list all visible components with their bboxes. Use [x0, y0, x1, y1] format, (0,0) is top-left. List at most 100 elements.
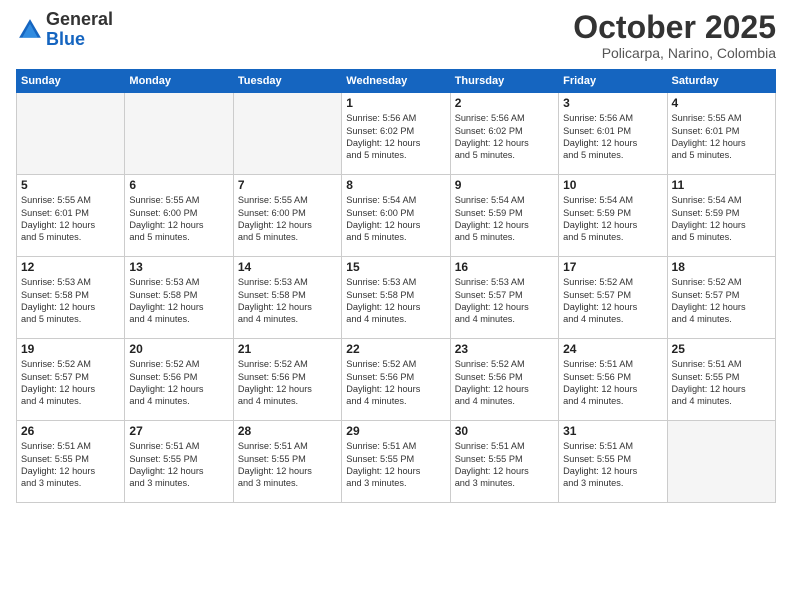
day-info: Sunrise: 5:53 AMSunset: 5:58 PMDaylight:…	[238, 276, 337, 326]
day-number: 7	[238, 178, 337, 192]
day-cell-29: 29 Sunrise: 5:51 AMSunset: 5:55 PMDayligh…	[342, 421, 450, 503]
day-info: Sunrise: 5:54 AMSunset: 5:59 PMDaylight:…	[455, 194, 554, 244]
weekday-tuesday: Tuesday	[233, 70, 341, 93]
day-number: 17	[563, 260, 662, 274]
day-cell-31: 31 Sunrise: 5:51 AMSunset: 5:55 PMDayligh…	[559, 421, 667, 503]
day-info: Sunrise: 5:52 AMSunset: 5:56 PMDaylight:…	[455, 358, 554, 408]
week-row-2: 5 Sunrise: 5:55 AMSunset: 6:01 PMDaylight…	[17, 175, 776, 257]
day-number: 10	[563, 178, 662, 192]
day-number: 23	[455, 342, 554, 356]
day-number: 18	[672, 260, 771, 274]
day-info: Sunrise: 5:52 AMSunset: 5:56 PMDaylight:…	[238, 358, 337, 408]
day-cell-19: 19 Sunrise: 5:52 AMSunset: 5:57 PMDayligh…	[17, 339, 125, 421]
weekday-header-row: SundayMondayTuesdayWednesdayThursdayFrid…	[17, 70, 776, 93]
day-number: 12	[21, 260, 120, 274]
day-cell-21: 21 Sunrise: 5:52 AMSunset: 5:56 PMDayligh…	[233, 339, 341, 421]
day-number: 5	[21, 178, 120, 192]
day-info: Sunrise: 5:54 AMSunset: 5:59 PMDaylight:…	[672, 194, 771, 244]
day-number: 26	[21, 424, 120, 438]
header: General Blue October 2025 Policarpa, Nar…	[16, 10, 776, 61]
day-info: Sunrise: 5:51 AMSunset: 5:55 PMDaylight:…	[129, 440, 228, 490]
day-cell-25: 25 Sunrise: 5:51 AMSunset: 5:55 PMDayligh…	[667, 339, 775, 421]
title-block: October 2025 Policarpa, Narino, Colombia	[573, 10, 776, 61]
day-number: 31	[563, 424, 662, 438]
day-cell-9: 9 Sunrise: 5:54 AMSunset: 5:59 PMDaylight…	[450, 175, 558, 257]
day-number: 21	[238, 342, 337, 356]
day-number: 8	[346, 178, 445, 192]
day-cell-3: 3 Sunrise: 5:56 AMSunset: 6:01 PMDaylight…	[559, 93, 667, 175]
day-number: 27	[129, 424, 228, 438]
day-cell-1: 1 Sunrise: 5:56 AMSunset: 6:02 PMDaylight…	[342, 93, 450, 175]
day-cell-30: 30 Sunrise: 5:51 AMSunset: 5:55 PMDayligh…	[450, 421, 558, 503]
logo: General Blue	[16, 10, 113, 50]
day-number: 16	[455, 260, 554, 274]
month-title: October 2025	[573, 10, 776, 45]
weekday-saturday: Saturday	[667, 70, 775, 93]
day-info: Sunrise: 5:51 AMSunset: 5:55 PMDaylight:…	[238, 440, 337, 490]
day-number: 15	[346, 260, 445, 274]
week-row-4: 19 Sunrise: 5:52 AMSunset: 5:57 PMDayligh…	[17, 339, 776, 421]
day-number: 29	[346, 424, 445, 438]
day-cell-8: 8 Sunrise: 5:54 AMSunset: 6:00 PMDaylight…	[342, 175, 450, 257]
day-cell-22: 22 Sunrise: 5:52 AMSunset: 5:56 PMDayligh…	[342, 339, 450, 421]
day-number: 19	[21, 342, 120, 356]
day-number: 28	[238, 424, 337, 438]
day-cell-12: 12 Sunrise: 5:53 AMSunset: 5:58 PMDayligh…	[17, 257, 125, 339]
logo-general: General	[46, 9, 113, 29]
day-cell-6: 6 Sunrise: 5:55 AMSunset: 6:00 PMDaylight…	[125, 175, 233, 257]
day-info: Sunrise: 5:56 AMSunset: 6:02 PMDaylight:…	[455, 112, 554, 162]
day-info: Sunrise: 5:55 AMSunset: 6:00 PMDaylight:…	[129, 194, 228, 244]
weekday-sunday: Sunday	[17, 70, 125, 93]
day-cell-26: 26Sunrise: 5:51 AMSunset: 5:55 PMDayligh…	[17, 421, 125, 503]
week-row-3: 12 Sunrise: 5:53 AMSunset: 5:58 PMDayligh…	[17, 257, 776, 339]
day-cell-4: 4 Sunrise: 5:55 AMSunset: 6:01 PMDaylight…	[667, 93, 775, 175]
day-info: Sunrise: 5:54 AMSunset: 5:59 PMDaylight:…	[563, 194, 662, 244]
day-info: Sunrise: 5:52 AMSunset: 5:56 PMDaylight:…	[346, 358, 445, 408]
day-cell-14: 14Sunrise: 5:53 AMSunset: 5:58 PMDayligh…	[233, 257, 341, 339]
empty-cell	[233, 93, 341, 175]
day-number: 11	[672, 178, 771, 192]
day-number: 4	[672, 96, 771, 110]
day-number: 3	[563, 96, 662, 110]
empty-cell	[17, 93, 125, 175]
day-cell-18: 18Sunrise: 5:52 AMSunset: 5:57 PMDayligh…	[667, 257, 775, 339]
day-cell-2: 2Sunrise: 5:56 AMSunset: 6:02 PMDaylight…	[450, 93, 558, 175]
day-number: 6	[129, 178, 228, 192]
day-number: 1	[346, 96, 445, 110]
day-info: Sunrise: 5:55 AMSunset: 6:00 PMDaylight:…	[238, 194, 337, 244]
day-info: Sunrise: 5:53 AMSunset: 5:57 PMDaylight:…	[455, 276, 554, 326]
day-info: Sunrise: 5:52 AMSunset: 5:57 PMDaylight:…	[21, 358, 120, 408]
day-info: Sunrise: 5:51 AMSunset: 5:55 PMDaylight:…	[346, 440, 445, 490]
day-number: 9	[455, 178, 554, 192]
day-info: Sunrise: 5:56 AMSunset: 6:02 PMDaylight:…	[346, 112, 445, 162]
weekday-wednesday: Wednesday	[342, 70, 450, 93]
calendar: SundayMondayTuesdayWednesdayThursdayFrid…	[16, 69, 776, 503]
day-info: Sunrise: 5:55 AMSunset: 6:01 PMDaylight:…	[672, 112, 771, 162]
empty-cell	[125, 93, 233, 175]
day-info: Sunrise: 5:54 AMSunset: 6:00 PMDaylight:…	[346, 194, 445, 244]
day-cell-24: 24Sunrise: 5:51 AMSunset: 5:56 PMDayligh…	[559, 339, 667, 421]
logo-text: General Blue	[46, 10, 113, 50]
day-info: Sunrise: 5:52 AMSunset: 5:57 PMDaylight:…	[563, 276, 662, 326]
day-number: 22	[346, 342, 445, 356]
day-info: Sunrise: 5:53 AMSunset: 5:58 PMDaylight:…	[346, 276, 445, 326]
day-info: Sunrise: 5:51 AMSunset: 5:56 PMDaylight:…	[563, 358, 662, 408]
day-cell-27: 27 Sunrise: 5:51 AMSunset: 5:55 PMDayligh…	[125, 421, 233, 503]
day-cell-20: 20Sunrise: 5:52 AMSunset: 5:56 PMDayligh…	[125, 339, 233, 421]
day-info: Sunrise: 5:51 AMSunset: 5:55 PMDaylight:…	[563, 440, 662, 490]
day-info: Sunrise: 5:51 AMSunset: 5:55 PMDaylight:…	[672, 358, 771, 408]
day-number: 13	[129, 260, 228, 274]
day-info: Sunrise: 5:51 AMSunset: 5:55 PMDaylight:…	[455, 440, 554, 490]
day-number: 30	[455, 424, 554, 438]
day-number: 25	[672, 342, 771, 356]
logo-blue: Blue	[46, 29, 85, 49]
day-cell-13: 13 Sunrise: 5:53 AMSunset: 5:58 PMDayligh…	[125, 257, 233, 339]
day-info: Sunrise: 5:52 AMSunset: 5:56 PMDaylight:…	[129, 358, 228, 408]
day-cell-5: 5 Sunrise: 5:55 AMSunset: 6:01 PMDaylight…	[17, 175, 125, 257]
day-info: Sunrise: 5:53 AMSunset: 5:58 PMDaylight:…	[21, 276, 120, 326]
day-info: Sunrise: 5:53 AMSunset: 5:58 PMDaylight:…	[129, 276, 228, 326]
day-cell-11: 11 Sunrise: 5:54 AMSunset: 5:59 PMDayligh…	[667, 175, 775, 257]
day-info: Sunrise: 5:56 AMSunset: 6:01 PMDaylight:…	[563, 112, 662, 162]
day-info: Sunrise: 5:55 AMSunset: 6:01 PMDaylight:…	[21, 194, 120, 244]
day-cell-17: 17 Sunrise: 5:52 AMSunset: 5:57 PMDayligh…	[559, 257, 667, 339]
